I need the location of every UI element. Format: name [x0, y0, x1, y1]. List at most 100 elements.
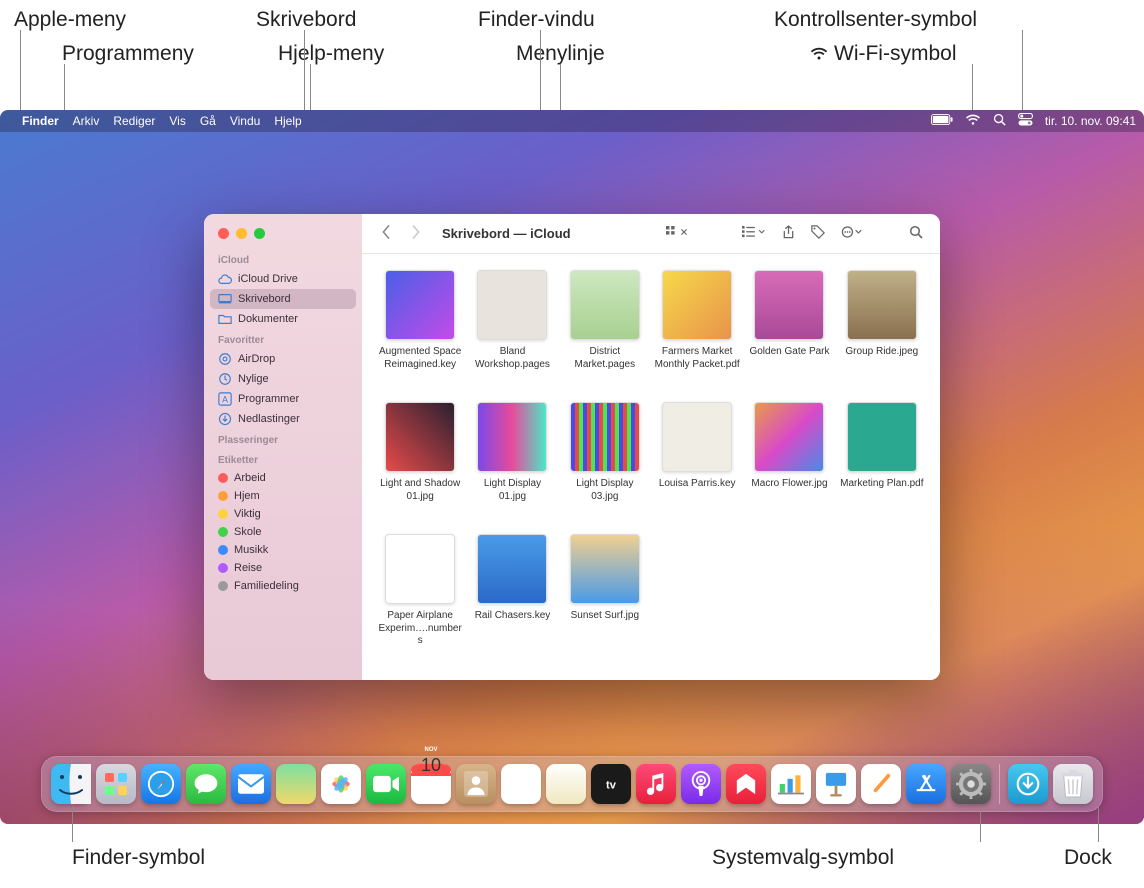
cloud-icon: [218, 272, 232, 286]
dock-keynote-icon[interactable]: [816, 764, 856, 804]
file-item[interactable]: Marketing Plan.pdf: [838, 402, 926, 528]
desktop-icon: [218, 292, 232, 306]
file-item[interactable]: Bland Workshop.pages: [468, 270, 556, 396]
dock-safari-icon[interactable]: [141, 764, 181, 804]
file-thumbnail: [754, 270, 824, 340]
menu-hjelp[interactable]: Hjelp: [274, 114, 301, 128]
forward-button[interactable]: [406, 225, 426, 243]
file-thumbnail: [662, 402, 732, 472]
file-name-label: Macro Flower.jpg: [751, 478, 827, 491]
tag-dot-icon: [218, 563, 228, 573]
dock-trash-icon[interactable]: [1053, 764, 1093, 804]
minimize-button[interactable]: [236, 228, 247, 239]
file-item[interactable]: Augmented Space Reimagined.key: [376, 270, 464, 396]
sidebar-item-skole[interactable]: Skole: [204, 523, 362, 541]
file-item[interactable]: Macro Flower.jpg: [745, 402, 833, 528]
dock-reminders-icon[interactable]: [501, 764, 541, 804]
action-icon[interactable]: [838, 225, 866, 242]
sidebar-item-reise[interactable]: Reise: [204, 559, 362, 577]
sidebar-item-familiedeling[interactable]: Familiedeling: [204, 577, 362, 595]
file-item[interactable]: Light Display 03.jpg: [561, 402, 649, 528]
svg-text:A: A: [222, 395, 228, 405]
dock-music-icon[interactable]: [636, 764, 676, 804]
battery-icon[interactable]: [931, 114, 953, 128]
sidebar-item-programmer[interactable]: AProgrammer: [204, 389, 362, 409]
menu-vis[interactable]: Vis: [169, 114, 185, 128]
callout-finder-window: Finder-vindu: [478, 8, 595, 32]
dock-launchpad-icon[interactable]: [96, 764, 136, 804]
group-icon[interactable]: [739, 225, 769, 242]
file-item[interactable]: Rail Chasers.key: [468, 534, 556, 660]
sidebar-section-label: Favoritter: [204, 329, 362, 349]
dock-photos-icon[interactable]: [321, 764, 361, 804]
dock-contacts-icon[interactable]: [456, 764, 496, 804]
dock-systempreferences-icon[interactable]: [951, 764, 991, 804]
menu-arkiv[interactable]: Arkiv: [73, 114, 100, 128]
view-mode-icon[interactable]: [663, 225, 693, 242]
sidebar-item-nylige[interactable]: Nylige: [204, 369, 362, 389]
menu-rediger[interactable]: Rediger: [113, 114, 155, 128]
sidebar-item-airdrop[interactable]: AirDrop: [204, 349, 362, 369]
dock-appstore-icon[interactable]: [906, 764, 946, 804]
sidebar-item-musikk[interactable]: Musikk: [204, 541, 362, 559]
sidebar-item-label: Familiedeling: [234, 580, 299, 592]
dock-pages-icon[interactable]: [861, 764, 901, 804]
file-item[interactable]: Louisa Parris.key: [653, 402, 741, 528]
file-thumbnail: [477, 270, 547, 340]
sidebar-item-viktig[interactable]: Viktig: [204, 505, 362, 523]
file-item[interactable]: Farmers Market Monthly Packet.pdf: [653, 270, 741, 396]
sidebar-item-icloud-drive[interactable]: iCloud Drive: [204, 269, 362, 289]
dock-mail-icon[interactable]: [231, 764, 271, 804]
file-item[interactable]: Light Display 01.jpg: [468, 402, 556, 528]
sidebar-item-arbeid[interactable]: Arbeid: [204, 469, 362, 487]
sidebar-item-label: Skrivebord: [238, 293, 291, 305]
sidebar-item-label: Skole: [234, 526, 262, 538]
dock-notes-icon[interactable]: [546, 764, 586, 804]
airdrop-icon: [218, 352, 232, 366]
control-center-icon[interactable]: [1018, 113, 1033, 129]
wifi-status-icon[interactable]: [965, 114, 981, 129]
dock-numbers-icon[interactable]: [771, 764, 811, 804]
svg-text:tv: tv: [606, 779, 617, 791]
file-item[interactable]: Sunset Surf.jpg: [561, 534, 649, 660]
dock-downloads-icon[interactable]: [1008, 764, 1048, 804]
dock-maps-icon[interactable]: [276, 764, 316, 804]
back-button[interactable]: [376, 225, 396, 243]
file-name-label: Golden Gate Park: [749, 346, 829, 359]
file-item[interactable]: Group Ride.jpeg: [838, 270, 926, 396]
search-icon[interactable]: [906, 225, 926, 242]
tag-icon[interactable]: [808, 225, 828, 242]
sidebar-item-dokumenter[interactable]: Dokumenter: [204, 309, 362, 329]
menu-vindu[interactable]: Vindu: [230, 114, 260, 128]
file-item[interactable]: Paper Airplane Experim….numbers: [376, 534, 464, 660]
dock-news-icon[interactable]: [726, 764, 766, 804]
sidebar-item-label: Reise: [234, 562, 262, 574]
app-menu[interactable]: Finder: [22, 114, 59, 128]
callout-help-menu: Hjelp-meny: [278, 42, 384, 66]
sidebar-item-nedlastinger[interactable]: Nedlastinger: [204, 409, 362, 429]
callout-wifi: Wi-Fi-symbol: [834, 42, 956, 66]
dock-podcasts-icon[interactable]: [681, 764, 721, 804]
file-item[interactable]: Light and Shadow 01.jpg: [376, 402, 464, 528]
dock-finder-icon[interactable]: [51, 764, 91, 804]
file-item[interactable]: District Market.pages: [561, 270, 649, 396]
sidebar-item-label: AirDrop: [238, 353, 275, 365]
file-name-label: Light Display 03.jpg: [562, 478, 648, 503]
spotlight-icon[interactable]: [993, 113, 1006, 129]
file-name-label: Sunset Surf.jpg: [571, 610, 639, 623]
sidebar-item-hjem[interactable]: Hjem: [204, 487, 362, 505]
close-button[interactable]: [218, 228, 229, 239]
sidebar-item-label: Arbeid: [234, 472, 266, 484]
file-name-label: Augmented Space Reimagined.key: [377, 346, 463, 371]
dock-messages-icon[interactable]: [186, 764, 226, 804]
zoom-button[interactable]: [254, 228, 265, 239]
share-icon[interactable]: [779, 225, 798, 243]
menu-ga[interactable]: Gå: [200, 114, 216, 128]
file-item[interactable]: Golden Gate Park: [745, 270, 833, 396]
sidebar-item-skrivebord[interactable]: Skrivebord: [210, 289, 356, 309]
dock-tv-icon[interactable]: tv: [591, 764, 631, 804]
menubar-datetime[interactable]: tir. 10. nov. 09:41: [1045, 114, 1136, 128]
dock-facetime-icon[interactable]: [366, 764, 406, 804]
file-thumbnail: [570, 402, 640, 472]
dock-calendar-icon[interactable]: NOV10: [411, 764, 451, 804]
